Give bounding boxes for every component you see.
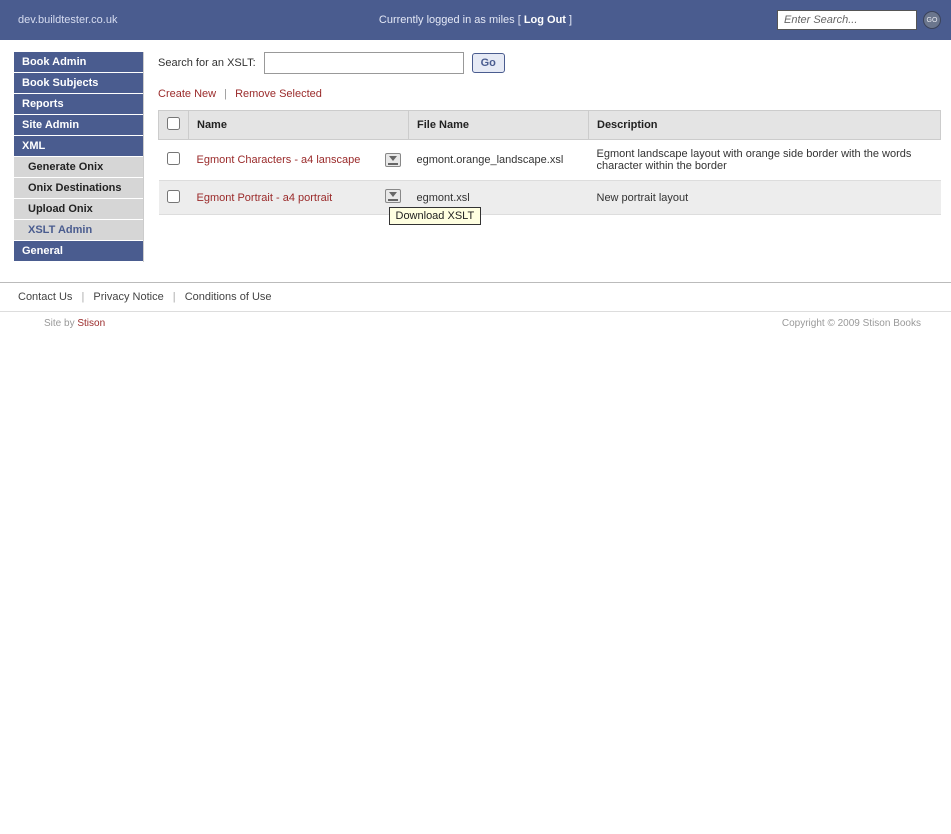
sidebar-item-site-admin[interactable]: Site Admin [14,115,143,136]
footer-links: Contact Us | Privacy Notice | Conditions… [0,282,951,311]
copyright: Copyright © 2009 Stison Books [782,318,921,329]
description-cell: New portrait layout [589,181,941,215]
privacy-notice-link[interactable]: Privacy Notice [93,291,163,303]
top-bar: dev.buildtester.co.uk Currently logged i… [0,0,951,40]
remove-selected-link[interactable]: Remove Selected [235,88,322,100]
global-search-go-button[interactable]: GO [923,11,941,29]
header-name: Name [189,111,409,140]
xslt-name-link[interactable]: Egmont Portrait - a4 portrait [197,192,333,204]
description-cell: Egmont landscape layout with orange side… [589,140,941,181]
login-suffix: ] [566,14,572,26]
download-icon[interactable] [385,153,401,167]
separator: | [224,88,227,100]
xslt-search-go-button[interactable]: Go [472,53,505,73]
header-file: File Name [409,111,589,140]
global-search-input[interactable] [777,10,917,30]
create-new-link[interactable]: Create New [158,88,216,100]
sidebar-item-general[interactable]: General [14,241,143,262]
sidebar-item-onix-destinations[interactable]: Onix Destinations [14,178,143,199]
sidebar-item-generate-onix[interactable]: Generate Onix [14,157,143,178]
footer-credits: Site by Stison Copyright © 2009 Stison B… [0,311,951,335]
header-checkbox-cell [159,111,189,140]
sidebar-item-xslt-admin[interactable]: XSLT Admin [14,220,143,241]
sidebar-item-reports[interactable]: Reports [14,94,143,115]
domain-label: dev.buildtester.co.uk [18,14,117,26]
global-search: GO [777,10,941,30]
login-status: Currently logged in as miles [ Log Out ] [379,14,572,26]
login-prefix: Currently logged in as miles [ [379,14,524,26]
site-by: Site by Stison [44,318,105,329]
sidebar-item-xml[interactable]: XML [14,136,143,157]
table-row: Egmont Portrait - a4 portrait Download X… [159,181,941,215]
logout-link[interactable]: Log Out [524,14,566,26]
contact-us-link[interactable]: Contact Us [18,291,72,303]
xslt-table: Name File Name Description Egmont Charac… [158,110,941,215]
xslt-search-input[interactable] [264,52,464,74]
sidebar-item-book-subjects[interactable]: Book Subjects [14,73,143,94]
xslt-search-row: Search for an XSLT: Go [158,52,941,74]
download-tooltip: Download XSLT [389,207,482,225]
file-name-cell: egmont.orange_landscape.xsl [409,140,589,181]
xslt-name-link[interactable]: Egmont Characters - a4 lanscape [197,154,361,166]
main-content: Search for an XSLT: Go Create New | Remo… [158,52,951,215]
download-icon[interactable] [385,189,401,203]
row-checkbox[interactable] [167,152,180,165]
sidebar-item-upload-onix[interactable]: Upload Onix [14,199,143,220]
xslt-search-label: Search for an XSLT: [158,57,256,69]
action-links: Create New | Remove Selected [158,88,941,100]
separator: | [173,291,176,303]
conditions-link[interactable]: Conditions of Use [185,291,272,303]
sidebar: Book Admin Book Subjects Reports Site Ad… [14,52,144,262]
row-checkbox[interactable] [167,190,180,203]
sidebar-item-book-admin[interactable]: Book Admin [14,52,143,73]
table-row: Egmont Characters - a4 lanscape egmont.o… [159,140,941,181]
separator: | [81,291,84,303]
header-desc: Description [589,111,941,140]
stison-link[interactable]: Stison [77,318,105,329]
select-all-checkbox[interactable] [167,117,180,130]
